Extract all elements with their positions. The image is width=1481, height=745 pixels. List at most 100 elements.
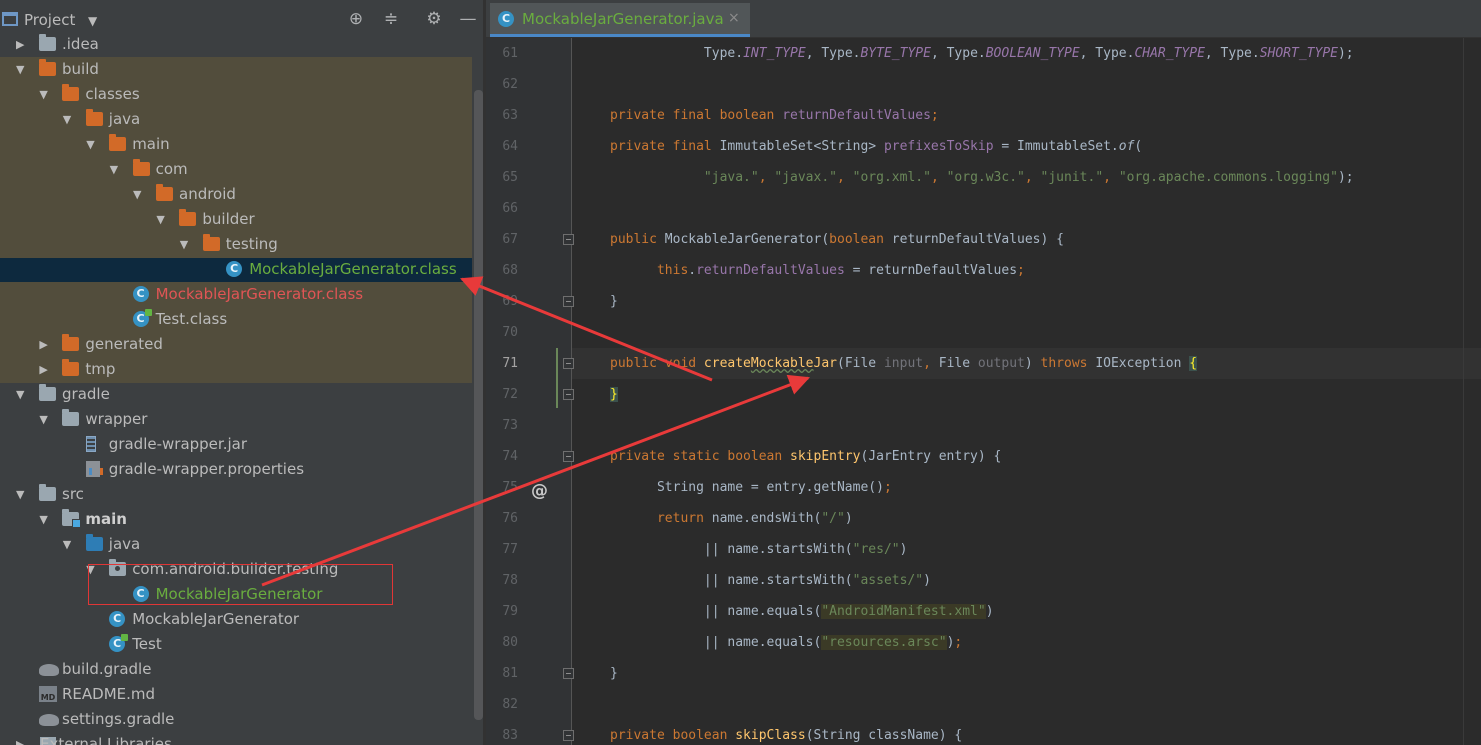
expanded-chevron-icon[interactable]: ▼ bbox=[16, 382, 30, 407]
editor-gutter[interactable]: @ 61 62 63 64 65 66 67 68 69 70 71 72 73 74 75 76 77 78 79… bbox=[486, 38, 574, 745]
expanded-chevron-icon[interactable]: ▼ bbox=[16, 482, 30, 507]
folder-icon bbox=[85, 109, 103, 126]
code-line[interactable]: "java.", "javax.", "org.xml.", "org.w3c.… bbox=[610, 162, 1354, 193]
collapsed-chevron-icon[interactable]: ▶ bbox=[16, 32, 30, 57]
tree-item[interactable]: ▼ main bbox=[0, 507, 472, 532]
fold-marker-icon[interactable] bbox=[563, 296, 574, 307]
fold-marker-icon[interactable] bbox=[563, 358, 574, 369]
code-token: input bbox=[883, 356, 924, 371]
collapsed-chevron-icon[interactable]: ▶ bbox=[16, 732, 30, 745]
locate-icon[interactable]: ⊕ bbox=[345, 8, 367, 30]
collapsed-chevron-icon[interactable]: ▶ bbox=[39, 357, 53, 382]
tree-item[interactable]: MD README.md bbox=[0, 682, 472, 707]
expanded-chevron-icon[interactable]: ▼ bbox=[63, 532, 77, 557]
tree-item[interactable]: settings.gradle bbox=[0, 707, 472, 732]
project-view-title[interactable]: Project bbox=[24, 11, 75, 29]
tree-item[interactable]: ▶ External Libraries bbox=[0, 732, 472, 745]
view-selector-chevron-down-icon[interactable]: ▼ bbox=[88, 14, 97, 28]
code-token: Mockable bbox=[750, 356, 814, 371]
tree-item[interactable]: ▼ android bbox=[0, 182, 472, 207]
expanded-chevron-icon[interactable]: ▼ bbox=[39, 82, 53, 107]
code-line[interactable]: String name = entry.getName(); bbox=[610, 472, 892, 503]
expanded-chevron-icon[interactable]: ▼ bbox=[39, 407, 53, 432]
tree-item[interactable]: ▼ testing bbox=[0, 232, 472, 257]
override-annotation-icon[interactable]: @ bbox=[531, 481, 548, 501]
java-class-icon: C bbox=[132, 286, 149, 302]
tree-item[interactable]: ▶ tmp bbox=[0, 357, 472, 382]
fold-marker-icon[interactable] bbox=[563, 389, 574, 400]
code-line[interactable]: || name.equals("resources.arsc"); bbox=[610, 627, 962, 658]
code-line[interactable]: || name.equals("AndroidManifest.xml") bbox=[610, 596, 994, 627]
expanded-chevron-icon[interactable]: ▼ bbox=[110, 157, 124, 182]
code-line[interactable]: public MockableJarGenerator(boolean retu… bbox=[610, 224, 1064, 255]
tree-item[interactable]: ▼ src bbox=[0, 482, 472, 507]
expanded-chevron-icon[interactable]: ▼ bbox=[156, 207, 170, 232]
expanded-chevron-icon[interactable]: ▼ bbox=[133, 182, 147, 207]
code-line[interactable]: Type.INT_TYPE, Type.BYTE_TYPE, Type.BOOL… bbox=[610, 38, 1354, 69]
tree-item[interactable]: ▶ .idea bbox=[0, 32, 472, 57]
tree-item[interactable]: gradle-wrapper.jar bbox=[0, 432, 472, 457]
tree-item-label: main bbox=[85, 510, 127, 528]
code-line[interactable]: public void createMockableJar(File input… bbox=[610, 348, 1198, 379]
expanded-chevron-icon[interactable]: ▼ bbox=[180, 232, 194, 257]
code-line[interactable]: } bbox=[610, 286, 618, 317]
fold-marker-icon[interactable] bbox=[563, 451, 574, 462]
code-token: ) bbox=[1024, 356, 1041, 371]
tree-item-label: wrapper bbox=[85, 410, 148, 428]
tree-item-label: tmp bbox=[85, 360, 116, 378]
tree-item[interactable]: ▼ java bbox=[0, 532, 472, 557]
tree-item[interactable]: ▼ builder bbox=[0, 207, 472, 232]
settings-gear-icon[interactable]: ⚙ bbox=[423, 8, 445, 30]
code-token: ; bbox=[1017, 263, 1025, 278]
code-line[interactable]: private boolean skipClass(String classNa… bbox=[610, 720, 962, 745]
fold-marker-icon[interactable] bbox=[563, 234, 574, 245]
tree-item[interactable]: ▼ gradle bbox=[0, 382, 472, 407]
tree-item[interactable]: C Test bbox=[0, 632, 472, 657]
code-line[interactable]: private final boolean returnDefaultValue… bbox=[610, 100, 939, 131]
tree-item[interactable]: C Test.class bbox=[0, 307, 472, 332]
code-line[interactable]: || name.startsWith("assets/") bbox=[610, 565, 931, 596]
expanded-chevron-icon[interactable]: ▼ bbox=[16, 57, 30, 82]
tree-item[interactable]: ▼ java bbox=[0, 107, 472, 132]
tree-item[interactable]: ▼ build bbox=[0, 57, 472, 82]
hide-minimize-icon[interactable]: — bbox=[457, 8, 479, 30]
tree-item[interactable]: C MockableJarGenerator.class bbox=[0, 257, 472, 282]
tree-item[interactable]: build.gradle bbox=[0, 657, 472, 682]
code-line[interactable]: || name.startsWith("res/") bbox=[610, 534, 908, 565]
tree-item[interactable]: ▼ wrapper bbox=[0, 407, 472, 432]
java-class-icon: C bbox=[226, 261, 243, 277]
tree-item[interactable]: C MockableJarGenerator.class bbox=[0, 282, 472, 307]
close-tab-icon[interactable]: × bbox=[728, 10, 740, 26]
tree-item[interactable]: ▼ main bbox=[0, 132, 472, 157]
tree-item[interactable]: ▼ classes bbox=[0, 82, 472, 107]
gradle-file-icon bbox=[39, 664, 59, 676]
expanded-chevron-icon[interactable]: ▼ bbox=[39, 507, 53, 532]
code-line[interactable]: private static boolean skipEntry(JarEntr… bbox=[610, 441, 1001, 472]
folder-icon bbox=[39, 484, 56, 501]
tree-item-label: com bbox=[155, 160, 188, 178]
code-line[interactable]: } bbox=[610, 658, 618, 689]
code-token: || name.startsWith( bbox=[610, 573, 853, 588]
collapsed-chevron-icon[interactable]: ▶ bbox=[39, 332, 53, 357]
code-line[interactable]: } bbox=[610, 379, 618, 410]
tree-item[interactable]: gradle-wrapper.properties bbox=[0, 457, 472, 482]
line-number: 83 bbox=[502, 728, 518, 743]
vcs-modified-marker[interactable] bbox=[556, 348, 558, 408]
fold-marker-icon[interactable] bbox=[563, 668, 574, 679]
code-line[interactable]: private final ImmutableSet<String> prefi… bbox=[610, 131, 1142, 162]
tree-scrollbar[interactable] bbox=[474, 90, 483, 720]
collapse-all-icon[interactable]: ≑ bbox=[380, 8, 402, 30]
code-token: , bbox=[837, 170, 853, 185]
tree-item[interactable]: ▼ com bbox=[0, 157, 472, 182]
editor-tab-mockablejargenerator[interactable]: C MockableJarGenerator.java × bbox=[490, 3, 750, 37]
expanded-chevron-icon[interactable]: ▼ bbox=[63, 107, 77, 132]
line-number: 71 bbox=[502, 356, 518, 371]
code-line[interactable]: return name.endsWith("/") bbox=[610, 503, 853, 534]
tree-item[interactable]: C MockableJarGenerator bbox=[0, 607, 472, 632]
annotation-red-box bbox=[88, 564, 393, 605]
code-line[interactable]: this.returnDefaultValues = returnDefault… bbox=[610, 255, 1025, 286]
expanded-chevron-icon[interactable]: ▼ bbox=[86, 132, 100, 157]
code-token: "javax." bbox=[774, 170, 837, 185]
fold-marker-icon[interactable] bbox=[563, 730, 574, 741]
tree-item[interactable]: ▶ generated bbox=[0, 332, 472, 357]
